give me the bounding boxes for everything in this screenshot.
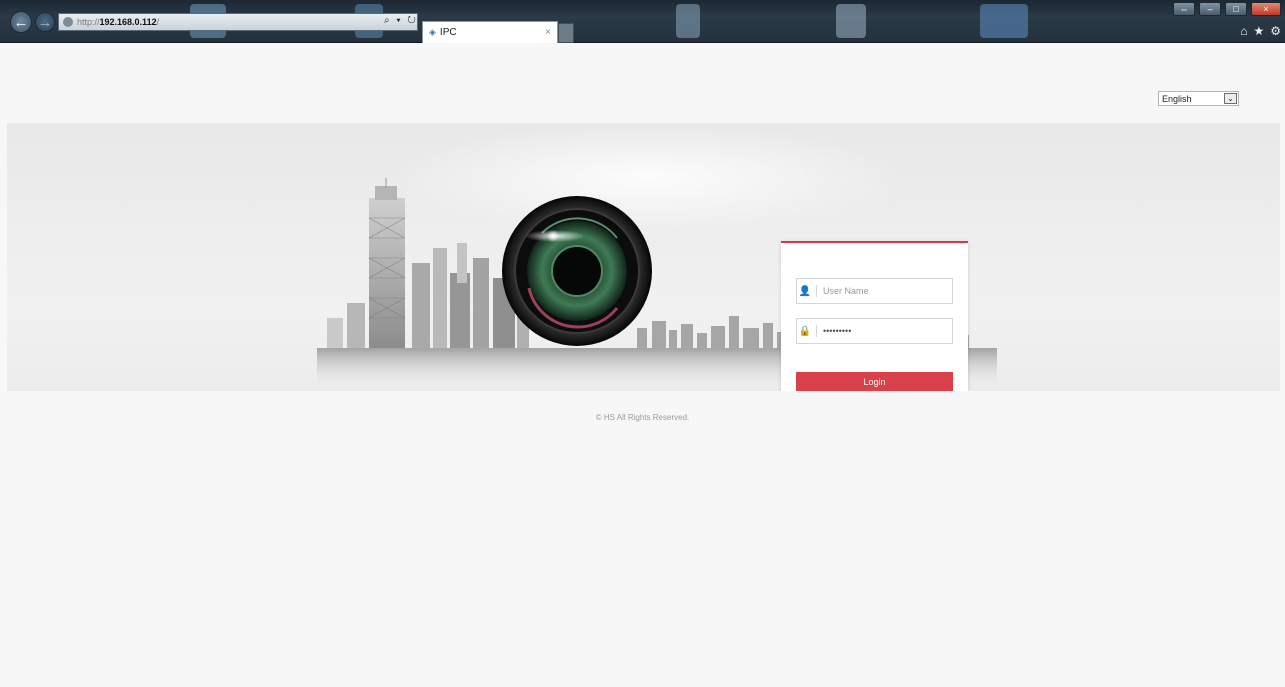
window-controls: ⇔ – □ × xyxy=(1173,2,1281,16)
login-button[interactable]: Login xyxy=(796,372,953,391)
password-field[interactable]: 🔒 xyxy=(796,318,953,344)
close-window-button[interactable]: × xyxy=(1251,2,1281,16)
camera-lens-image xyxy=(502,196,652,346)
forward-button[interactable]: → xyxy=(35,12,55,32)
login-page: English ⌄ 👤 User Name 🔒 ••••••••• Login … xyxy=(0,44,1285,687)
minimize-button[interactable]: – xyxy=(1199,2,1221,16)
language-select[interactable]: English ⌄ xyxy=(1158,91,1239,106)
tab-favicon-icon: ◈ xyxy=(429,27,436,37)
tab-close-icon[interactable]: × xyxy=(545,27,551,38)
user-icon: 👤 xyxy=(798,285,812,297)
tab-ipc[interactable]: ◈ IPC × xyxy=(422,21,558,43)
back-button[interactable]: ← xyxy=(10,11,32,33)
login-panel: 👤 🔒 Login xyxy=(781,241,968,391)
url-host: 192.168.0.112 xyxy=(99,17,157,27)
username-input[interactable] xyxy=(823,286,943,296)
new-tab-button[interactable] xyxy=(558,23,574,43)
copyright-footer: © HS All Rights Reserved. xyxy=(595,413,690,422)
compat-view-button[interactable]: ⇔ xyxy=(1173,2,1195,16)
username-field[interactable]: 👤 xyxy=(796,278,953,304)
home-icon[interactable]: ⌂ xyxy=(1240,24,1247,38)
star-icon[interactable]: ★ xyxy=(1253,24,1264,38)
password-input[interactable] xyxy=(823,326,943,336)
language-value: English xyxy=(1162,93,1192,104)
browser-icons: ⌂ ★ ⚙ xyxy=(1240,24,1281,38)
forward-arrow-icon: → xyxy=(37,13,53,31)
tower-building xyxy=(368,178,406,348)
lock-icon: 🔒 xyxy=(798,325,812,337)
page-icon xyxy=(63,17,73,27)
maximize-button[interactable]: □ xyxy=(1225,2,1247,16)
url-protocol: http:// xyxy=(77,17,100,27)
address-bar[interactable]: http://192.168.0.112/ xyxy=(58,13,418,31)
browser-toolbar: ← → http://192.168.0.112/ ⌕ ▾ ↻ ◈ IPC × … xyxy=(0,0,1285,43)
hero-banner: 👤 🔒 Login xyxy=(7,123,1280,391)
tab-title: IPC xyxy=(439,27,457,38)
gear-icon[interactable]: ⚙ xyxy=(1270,24,1281,38)
back-arrow-icon: ← xyxy=(13,13,29,31)
search-refresh-icons[interactable]: ⌕ ▾ ↻ xyxy=(384,15,418,26)
chevron-down-icon[interactable]: ⌄ xyxy=(1224,93,1237,104)
url-path: / xyxy=(156,17,160,27)
